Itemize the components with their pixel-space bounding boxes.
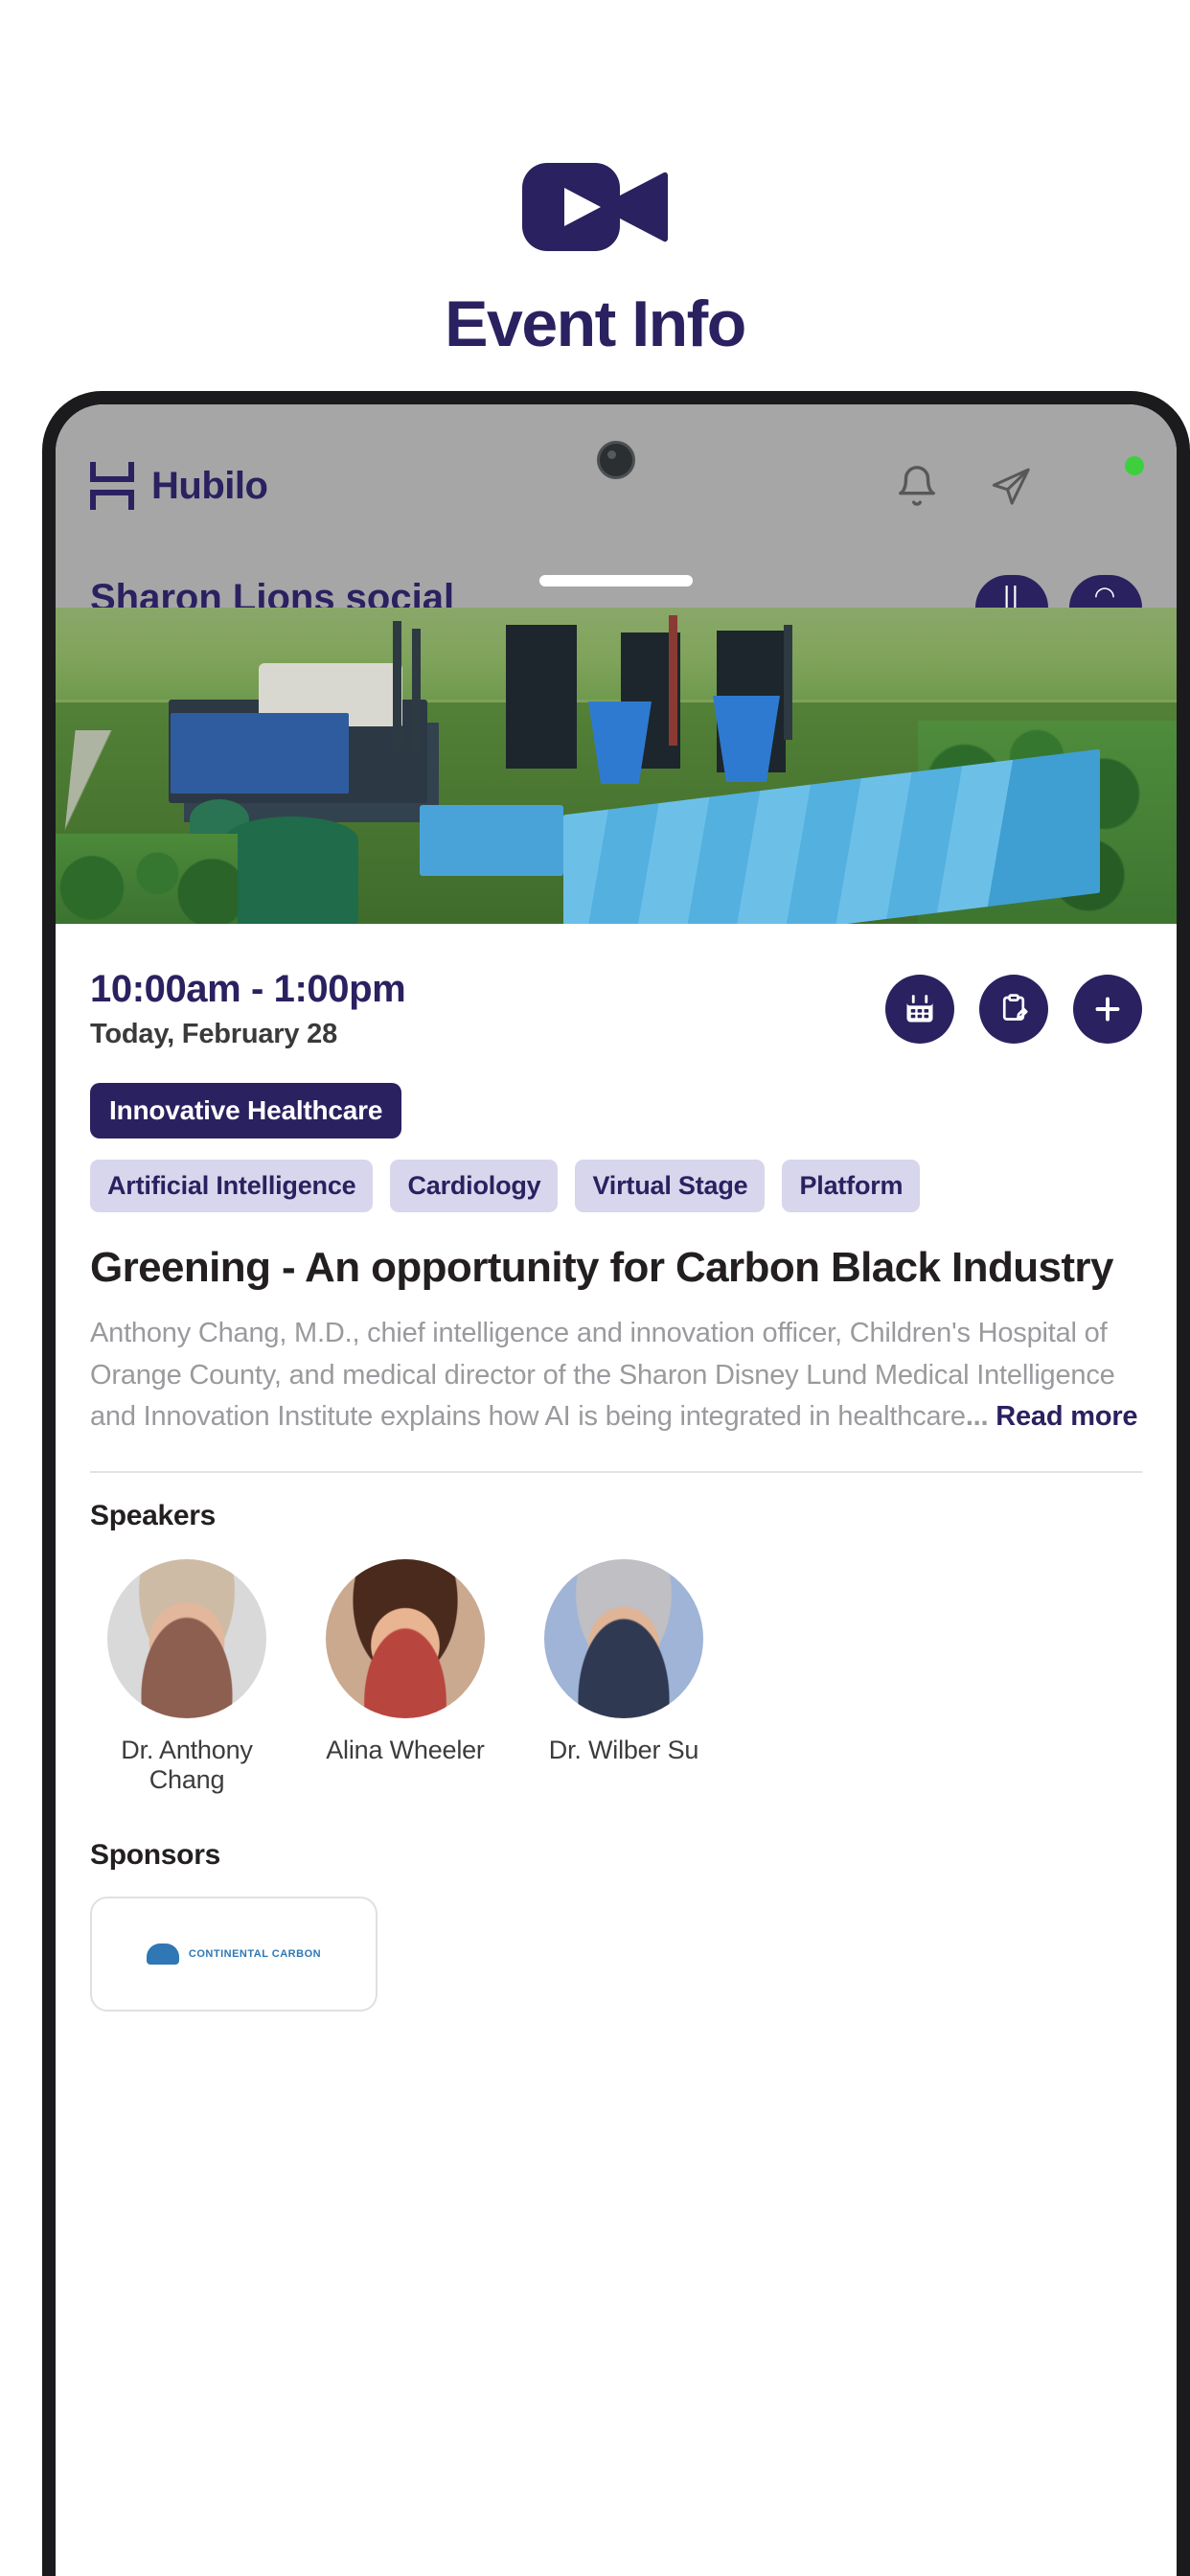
add-button[interactable] [1073, 975, 1142, 1044]
headset-icon[interactable]: ◠ [1069, 575, 1142, 608]
session-title: Greening - An opportunity for Carbon Bla… [90, 1244, 1113, 1291]
speaker-avatar [107, 1558, 266, 1718]
hero-blue-building [420, 805, 563, 876]
front-camera-icon [597, 441, 635, 479]
hubilo-logo-icon [90, 460, 134, 512]
phone-frame: Hubilo Sharon Lions social || ◠ 10:00am … [42, 391, 1190, 2576]
session-time-block: 10:00am - 1:00pm Today, February 28 [90, 968, 406, 1050]
hero-warehouse-roof [563, 748, 1100, 924]
hubilo-logo-text: Hubilo [151, 464, 268, 507]
hero-stack-4 [784, 625, 792, 740]
session-hero-image [56, 608, 1177, 924]
speaker-name: Dr. Anthony Chang [121, 1735, 253, 1794]
page-title: Event Info [445, 288, 746, 360]
read-more-link[interactable]: Read more [995, 1401, 1137, 1432]
sponsors-section-label: Sponsors [90, 1838, 220, 1871]
sponsor-logo-text: CONTINENTAL CARBON [188, 1947, 322, 1960]
tag-virtual-stage[interactable]: Virtual Stage [575, 1160, 766, 1212]
speaker-avatar [544, 1558, 703, 1718]
description-ellipsis: ... [965, 1401, 989, 1433]
hero-tower-1 [506, 625, 577, 769]
session-tag-row: Artificial Intelligence Cardiology Virtu… [56, 1138, 1177, 1212]
tag-innovative-healthcare[interactable]: Innovative Healthcare [90, 1083, 402, 1138]
session-time: 10:00am - 1:00pm [90, 968, 406, 1010]
top-bar-actions [895, 456, 1144, 516]
online-status-badge [1125, 456, 1144, 475]
hero-field-band [56, 608, 1177, 700]
speaker-item[interactable]: Dr. Anthony Chang [96, 1558, 278, 1795]
hero-stack-3 [669, 615, 677, 746]
brand-header: Event Info [0, 0, 1190, 383]
session-action-buttons [885, 975, 1142, 1044]
hero-stack-1 [393, 621, 401, 746]
add-to-calendar-button[interactable] [885, 975, 954, 1044]
hero-blue-tank [171, 713, 349, 794]
session-description: Anthony Chang, M.D., chief intelligence … [56, 1292, 1177, 1438]
phone-screen: Hubilo Sharon Lions social || ◠ 10:00am … [56, 404, 1177, 2576]
session-time-row: 10:00am - 1:00pm Today, February 28 [56, 924, 1177, 1050]
tag-platform[interactable]: Platform [782, 1160, 921, 1212]
tag-cardiology[interactable]: Cardiology [390, 1160, 559, 1212]
speaker-name: Dr. Wilber Su [548, 1735, 699, 1764]
app-top-bar: Hubilo [56, 404, 1177, 567]
hero-trees-left [56, 834, 238, 924]
speaker-item[interactable]: Dr. Wilber Su [533, 1558, 715, 1795]
pause-icon[interactable]: || [975, 575, 1048, 608]
hero-green-tank [224, 816, 358, 924]
hidden-header-actions: || ◠ [975, 575, 1142, 608]
primary-tag-row: Innovative Healthcare [56, 1050, 1177, 1138]
page-root: Event Info Hubilo Sharon Lions social ||… [0, 0, 1190, 2576]
hidden-session-header: Sharon Lions social || ◠ [56, 567, 1177, 608]
sponsor-card[interactable]: CONTINENTAL CARBON [90, 1896, 378, 2012]
tag-artificial-intelligence[interactable]: Artificial Intelligence [90, 1160, 374, 1212]
hero-hopper-1 [588, 702, 652, 784]
speaker-name: Alina Wheeler [326, 1735, 485, 1764]
speaker-avatar [326, 1558, 485, 1718]
notes-button[interactable] [979, 975, 1048, 1044]
bell-icon[interactable] [895, 464, 939, 508]
speakers-list: Dr. Anthony Chang Alina Wheeler Dr. Wilb… [56, 1532, 1177, 1795]
speaker-item[interactable]: Alina Wheeler [314, 1558, 496, 1795]
session-detail-sheet: 10:00am - 1:00pm Today, February 28 Inno… [56, 924, 1177, 2012]
hubilo-brand[interactable]: Hubilo [90, 460, 268, 512]
sponsor-logo-icon [146, 1943, 179, 1965]
sheet-drag-handle[interactable] [539, 575, 693, 586]
hero-stack-2 [412, 629, 421, 749]
avatar[interactable] [1083, 456, 1144, 516]
session-description-text: Anthony Chang, M.D., chief intelligence … [90, 1318, 1115, 1433]
paper-plane-icon[interactable] [989, 464, 1033, 508]
video-camera-icon [522, 153, 668, 261]
hidden-session-title: Sharon Lions social [90, 577, 455, 608]
session-date: Today, February 28 [90, 1019, 338, 1049]
speakers-section-label: Speakers [90, 1499, 217, 1531]
